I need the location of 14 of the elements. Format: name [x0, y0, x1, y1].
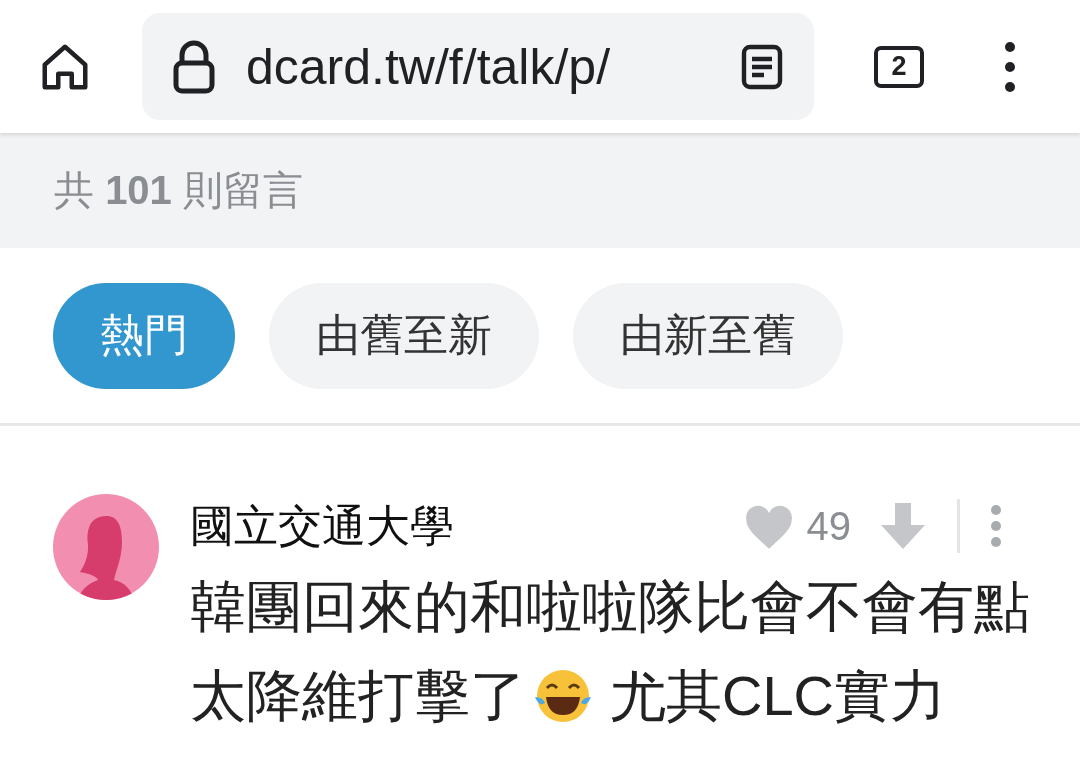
lock-icon	[172, 38, 216, 95]
comment-text: 韓團回來的和啦啦隊比會不會有點	[190, 574, 1030, 640]
comment-text: 太降維打擊了	[190, 663, 526, 729]
like-count: 49	[806, 503, 851, 549]
url-text: dcard.tw/f/talk/p/	[246, 37, 612, 96]
tab-count[interactable]: 2	[874, 45, 924, 88]
comment-count: 共 101 則留言	[54, 167, 303, 214]
sort-tab[interactable]: 由舊至新	[269, 282, 539, 389]
address-bar[interactable]: dcard.tw/f/talk/p/	[142, 13, 814, 120]
reader-mode-icon[interactable]	[740, 42, 784, 91]
author-name[interactable]: 國立交通大學	[190, 496, 743, 556]
comment-text: 尤其CLC實力	[610, 663, 947, 729]
more-menu-icon[interactable]	[1004, 40, 1016, 93]
sort-tab[interactable]: 由新至舊	[573, 282, 843, 389]
